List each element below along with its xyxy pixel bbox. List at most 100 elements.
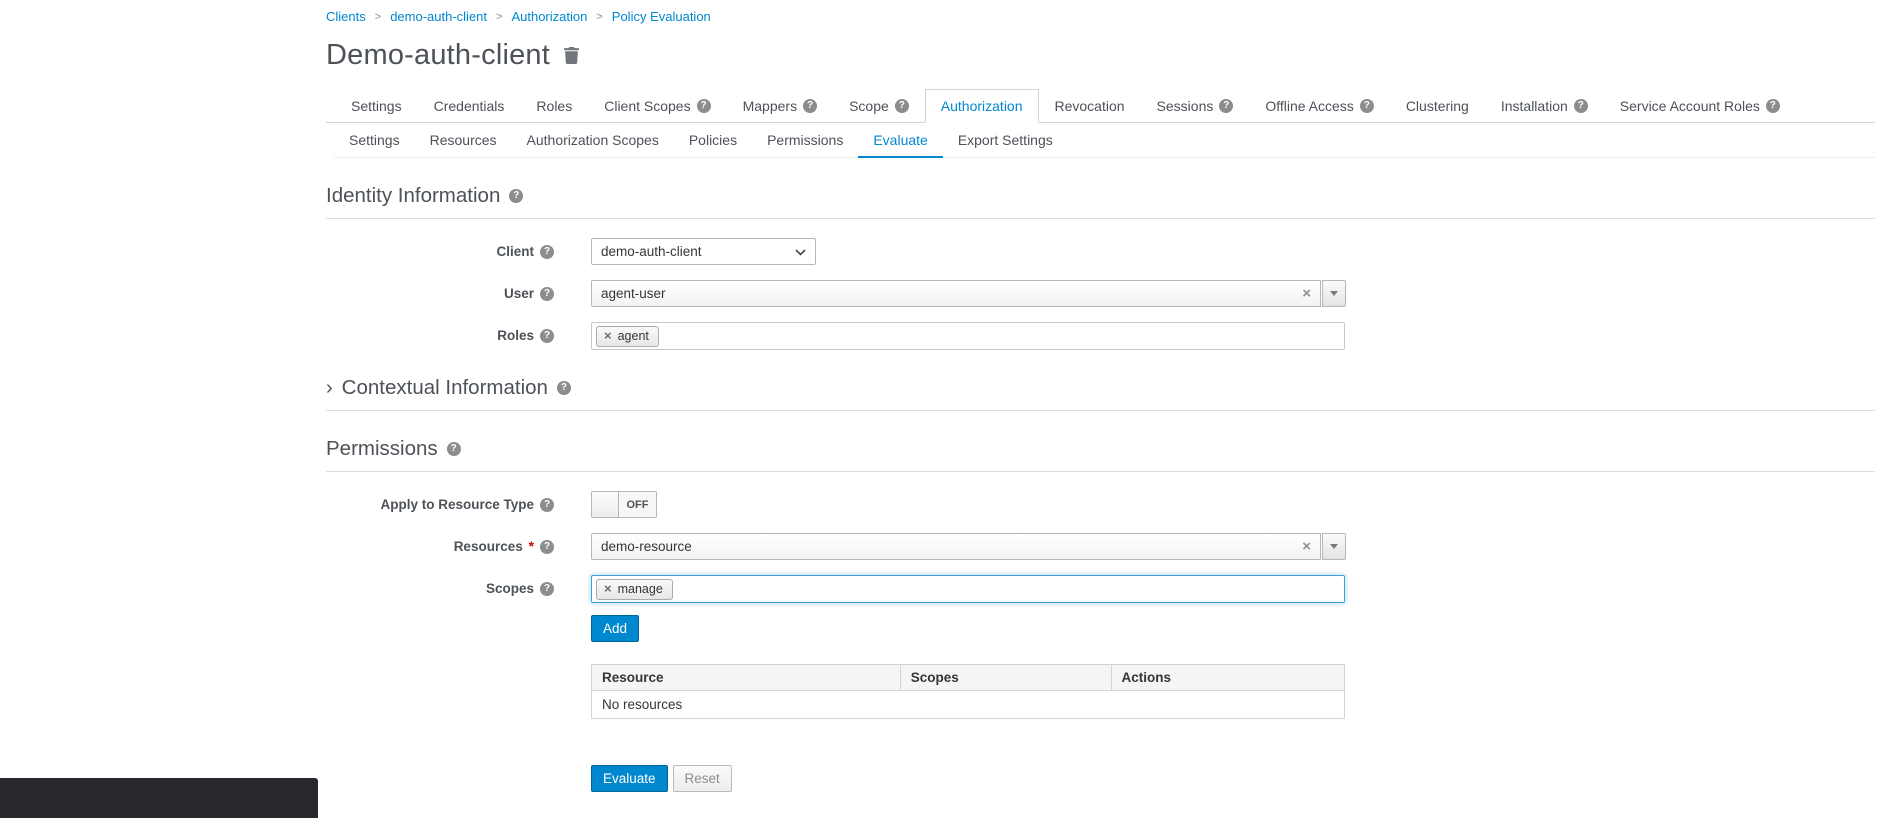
evaluate-button[interactable]: Evaluate <box>591 765 668 792</box>
breadcrumb-link-clients[interactable]: Clients <box>326 9 366 24</box>
roles-field-row: Roles ? × agent <box>326 322 1875 350</box>
remove-tag-icon[interactable]: × <box>604 329 612 342</box>
help-icon: ? <box>447 442 461 456</box>
label-text: Apply to Resource Type <box>380 497 534 512</box>
subtab-policies[interactable]: Policies <box>674 123 752 158</box>
tab-label: Offline Access <box>1265 98 1353 114</box>
tab-label: Scope <box>849 98 889 114</box>
label-text: Scopes <box>486 581 534 596</box>
tab-offline-access[interactable]: Offline Access? <box>1249 89 1389 123</box>
trash-icon <box>564 52 579 67</box>
client-select-value: demo-auth-client <box>601 244 702 259</box>
client-select[interactable]: demo-auth-client <box>591 238 816 265</box>
subtab-settings[interactable]: Settings <box>334 123 415 158</box>
tab-label: Credentials <box>434 98 505 114</box>
user-combobox-value: agent-user <box>601 286 666 301</box>
resources-combobox-input[interactable]: demo-resource × <box>591 533 1321 560</box>
help-icon: ? <box>895 99 909 113</box>
tab-mappers[interactable]: Mappers? <box>727 89 833 123</box>
tab-label: Revocation <box>1055 98 1125 114</box>
subtab-export-settings[interactable]: Export Settings <box>943 123 1068 158</box>
apply-to-resource-type-toggle[interactable]: OFF <box>591 491 657 518</box>
resources-combobox-dropdown-button[interactable] <box>1322 533 1346 560</box>
column-header-resource: Resource <box>592 665 901 691</box>
tag-label: agent <box>618 329 649 343</box>
subtab-permissions[interactable]: Permissions <box>752 123 858 158</box>
toggle-handle <box>592 492 619 517</box>
tab-label: Service Account Roles <box>1620 98 1760 114</box>
tab-roles[interactable]: Roles <box>520 89 588 123</box>
label-text: Roles <box>497 328 534 343</box>
breadcrumb-separator-icon: > <box>375 11 381 23</box>
column-header-actions: Actions <box>1111 665 1344 691</box>
subtab-resources[interactable]: Resources <box>415 123 512 158</box>
breadcrumb-link-client[interactable]: demo-auth-client <box>390 9 487 24</box>
tab-credentials[interactable]: Credentials <box>418 89 521 123</box>
help-icon: ? <box>540 498 554 512</box>
tab-service-account-roles[interactable]: Service Account Roles? <box>1604 89 1796 123</box>
label-text: User <box>504 286 534 301</box>
tab-label: Clustering <box>1406 98 1469 114</box>
client-tabs: Settings Credentials Roles Client Scopes… <box>326 89 1875 123</box>
tab-sessions[interactable]: Sessions? <box>1141 89 1250 123</box>
tab-label: Mappers <box>743 98 797 114</box>
tab-client-scopes[interactable]: Client Scopes? <box>588 89 726 123</box>
required-asterisk: * <box>529 539 534 554</box>
subtab-label: Export Settings <box>958 132 1053 148</box>
tab-authorization[interactable]: Authorization <box>925 89 1039 123</box>
tab-revocation[interactable]: Revocation <box>1039 89 1141 123</box>
roles-tag-input[interactable]: × agent <box>591 322 1345 350</box>
tab-label: Sessions <box>1157 98 1214 114</box>
help-icon: ? <box>697 99 711 113</box>
resources-combobox-value: demo-resource <box>601 539 692 554</box>
resources-combobox: demo-resource × <box>591 533 1346 560</box>
resources-field-row: Resources * ? demo-resource × <box>326 533 1875 560</box>
user-combobox-input[interactable]: agent-user × <box>591 280 1321 307</box>
subtab-evaluate[interactable]: Evaluate <box>858 123 942 158</box>
resources-table: Resource Scopes Actions No resources <box>591 664 1345 719</box>
tab-scope[interactable]: Scope? <box>833 89 925 123</box>
table-empty-row: No resources <box>592 691 1345 719</box>
tab-settings[interactable]: Settings <box>335 89 418 123</box>
breadcrumb-link-authorization[interactable]: Authorization <box>511 9 587 24</box>
scopes-tag-input[interactable]: × manage <box>591 575 1345 603</box>
authorization-subtabs: Settings Resources Authorization Scopes … <box>334 123 1875 158</box>
contextual-information-toggle[interactable]: › Contextual Information ? <box>326 376 1875 411</box>
subtab-label: Resources <box>430 132 497 148</box>
help-icon: ? <box>540 245 554 259</box>
roles-field-label: Roles ? <box>326 322 554 343</box>
select-chevron-icon <box>795 244 806 259</box>
help-icon: ? <box>540 540 554 554</box>
help-icon: ? <box>1766 99 1780 113</box>
caret-down-icon <box>1330 544 1338 549</box>
section-title: Permissions <box>326 437 438 461</box>
help-icon: ? <box>1360 99 1374 113</box>
permissions-header: Permissions ? <box>326 437 1875 472</box>
apply-to-resource-type-row: Apply to Resource Type ? OFF <box>326 491 1875 518</box>
client-field-row: Client ? demo-auth-client <box>326 238 1875 265</box>
breadcrumb-link-policy-evaluation[interactable]: Policy Evaluation <box>612 9 711 24</box>
subtab-label: Evaluate <box>873 132 927 148</box>
help-icon: ? <box>803 99 817 113</box>
role-tag-agent: × agent <box>596 326 659 347</box>
clear-icon[interactable]: × <box>1302 539 1311 554</box>
scopes-field-row: Scopes ? × manage <box>326 575 1875 603</box>
delete-client-button[interactable] <box>564 47 579 64</box>
scope-tag-manage: × manage <box>596 579 673 600</box>
user-field-row: User ? agent-user × <box>326 280 1875 307</box>
subtab-label: Settings <box>349 132 400 148</box>
breadcrumb: Clients > demo-auth-client > Authorizati… <box>326 0 1875 24</box>
reset-button[interactable]: Reset <box>673 765 732 792</box>
tab-label: Authorization <box>941 98 1023 114</box>
clear-icon[interactable]: × <box>1302 286 1311 301</box>
user-combobox-dropdown-button[interactable] <box>1322 280 1346 307</box>
help-icon: ? <box>540 329 554 343</box>
add-button[interactable]: Add <box>591 615 639 642</box>
browser-status-bubble <box>0 778 318 818</box>
remove-tag-icon[interactable]: × <box>604 582 612 595</box>
user-combobox: agent-user × <box>591 280 1346 307</box>
tab-installation[interactable]: Installation? <box>1485 89 1604 123</box>
help-icon: ? <box>540 582 554 596</box>
subtab-authorization-scopes[interactable]: Authorization Scopes <box>512 123 674 158</box>
tab-clustering[interactable]: Clustering <box>1390 89 1485 123</box>
